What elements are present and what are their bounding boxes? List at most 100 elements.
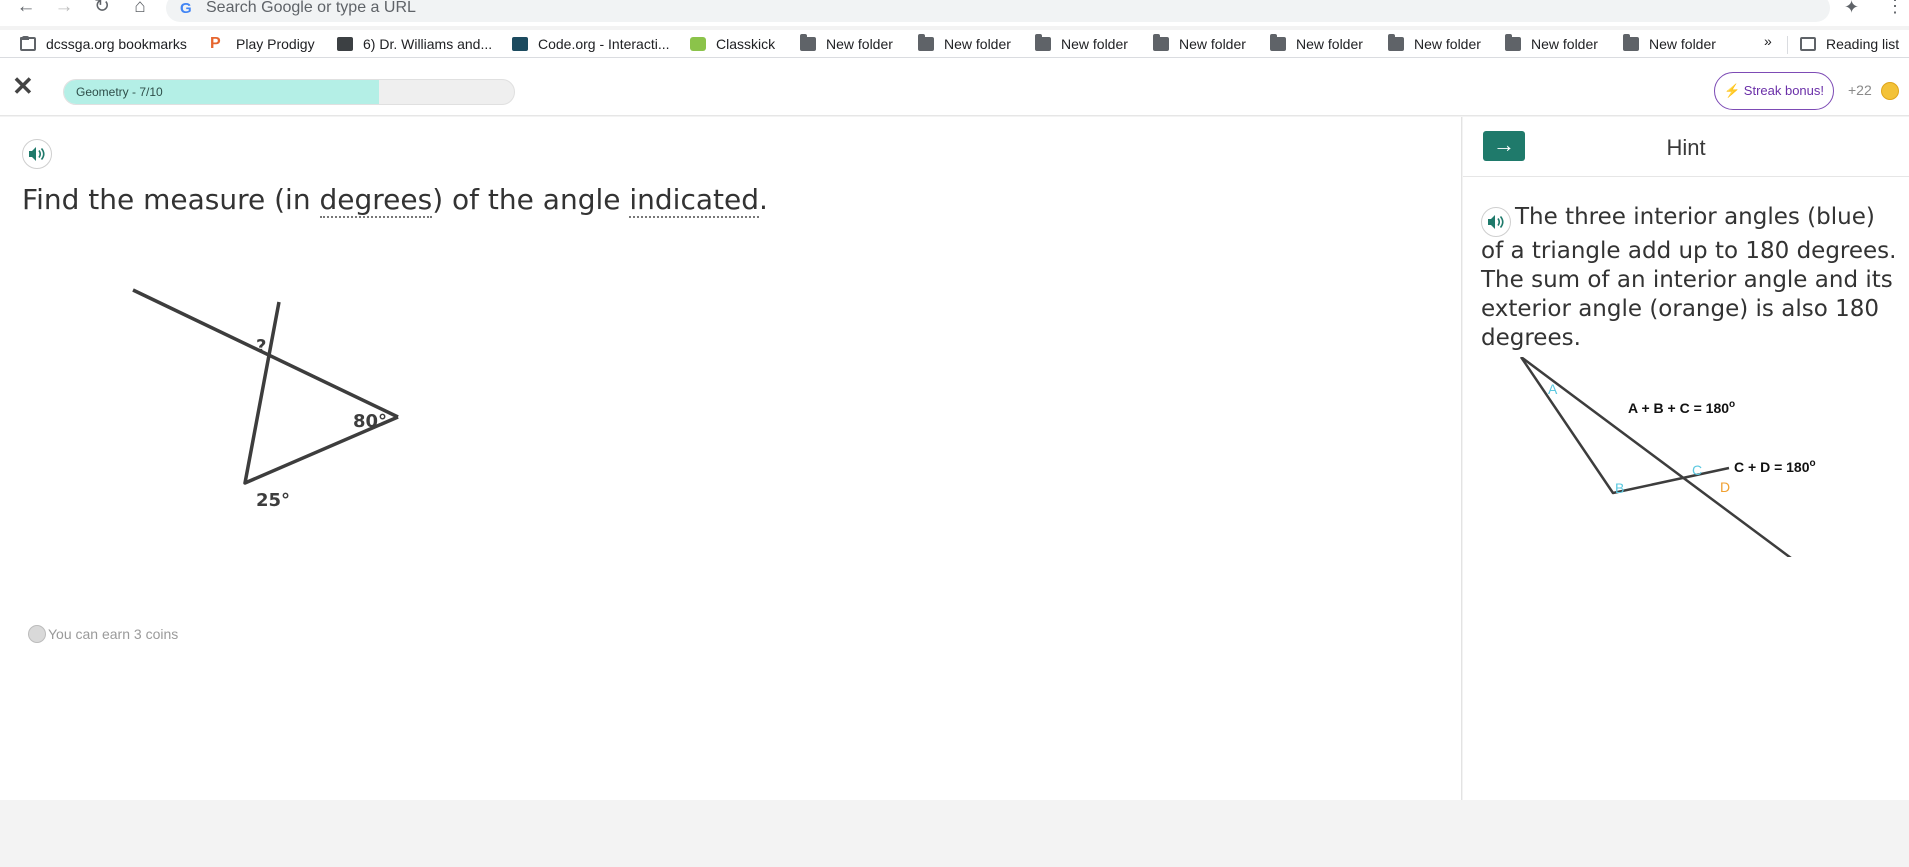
earn-coins-note: You can earn 3 coins — [28, 625, 178, 643]
collapse-hint-button[interactable]: → — [1483, 131, 1525, 161]
glossary-term-degrees[interactable]: degrees — [319, 183, 433, 218]
question-text: Find the measure (in degrees) of the ang… — [22, 183, 768, 218]
bookmark-new-folder[interactable]: New folder — [1505, 34, 1598, 54]
back-arrow-icon[interactable]: ← — [14, 0, 38, 18]
google-icon: G — [180, 0, 192, 17]
address-bar[interactable]: G Search Google or type a URL — [166, 0, 1830, 22]
bookmark-new-folder[interactable]: New folder — [1388, 34, 1481, 54]
browser-menu-icon[interactable]: ⋮ — [1886, 0, 1904, 17]
bookmark-classkick[interactable]: Classkick — [690, 34, 775, 54]
bookmark-label: New folder — [1649, 36, 1716, 52]
coin-icon — [1881, 82, 1899, 100]
bookmark-new-folder[interactable]: New folder — [1153, 34, 1246, 54]
hint-extended-line — [1520, 357, 1792, 557]
bookmark-dr-williams[interactable]: 6) Dr. Williams and... — [337, 34, 492, 54]
folder-icon — [1623, 34, 1639, 51]
question-suffix: . — [758, 183, 768, 216]
hint-figure: A B C D A + B + C = 180o C + D = 180o — [1519, 357, 1816, 557]
bookmark-new-folder[interactable]: New folder — [800, 34, 893, 54]
angle-label-25: 25° — [256, 490, 290, 511]
hint-label-c: C — [1692, 462, 1702, 478]
coin-icon — [28, 625, 46, 643]
page-footer-background — [0, 800, 1909, 867]
bookmark-label: New folder — [1296, 36, 1363, 52]
hint-title: Hint — [1666, 135, 1706, 160]
hint-equation-1-text: A + B + C = 180 — [1628, 400, 1729, 416]
question-middle: ) of the angle — [432, 183, 630, 216]
forward-arrow-icon[interactable]: → — [52, 0, 76, 18]
speaker-icon — [29, 147, 45, 161]
hint-equation-1: A + B + C = 180o — [1628, 399, 1735, 416]
bookmark-code-org[interactable]: Code.org - Interacti... — [512, 34, 670, 54]
speaker-icon — [1488, 215, 1504, 229]
bookmark-label: 6) Dr. Williams and... — [363, 36, 493, 52]
bookmark-new-folder[interactable]: New folder — [1035, 34, 1128, 54]
earn-coins-text: You can earn 3 coins — [48, 626, 179, 642]
folder-icon — [1035, 34, 1051, 51]
bookmark-dcssga[interactable]: dcssga.org bookmarks — [20, 34, 187, 54]
folder-icon — [800, 34, 816, 51]
extensions-puzzle-icon[interactable]: ✦ — [1844, 0, 1859, 18]
hint-read-aloud-button[interactable] — [1481, 207, 1511, 237]
hint-text: The three interior angles (blue) of a tr… — [1481, 203, 1901, 353]
bookmarks-bar: dcssga.org bookmarks P Play Prodigy 6) D… — [0, 30, 1909, 58]
hint-body: The three interior angles (blue) of a tr… — [1481, 204, 1897, 351]
bookmarks-overflow-icon[interactable]: » — [1764, 33, 1772, 49]
coins-count: +22 — [1848, 82, 1872, 98]
bookmark-new-folder[interactable]: New folder — [918, 34, 1011, 54]
folder-icon — [1270, 34, 1286, 51]
hint-label-a: A — [1548, 381, 1558, 397]
question-figure: ? 80° 25° — [132, 288, 399, 511]
bookmarks-folder-icon — [20, 36, 36, 51]
bookmark-label: New folder — [944, 36, 1011, 52]
bookmark-play-prodigy[interactable]: P Play Prodigy — [210, 34, 315, 54]
reading-list-label: Reading list — [1826, 36, 1900, 52]
hint-label-d: D — [1720, 479, 1730, 495]
folder-icon — [1153, 34, 1169, 51]
read-aloud-button[interactable] — [22, 139, 52, 169]
hint-equation-2: C + D = 180o — [1734, 458, 1816, 475]
bookmark-label: New folder — [826, 36, 893, 52]
bookmarks-separator — [1787, 36, 1788, 54]
folder-icon — [918, 34, 934, 51]
folder-icon — [1505, 34, 1521, 51]
bookmark-label: New folder — [1414, 36, 1481, 52]
hint-panel: Hint → The three interior angles (blue) … — [1463, 117, 1909, 800]
reload-icon[interactable]: ↻ — [90, 0, 114, 18]
folder-icon — [1388, 34, 1404, 51]
triangle-sides — [243, 301, 399, 485]
streak-bonus-button[interactable]: ⚡ Streak bonus! — [1714, 72, 1834, 110]
classroom-icon — [337, 37, 353, 51]
bookmark-new-folder[interactable]: New folder — [1623, 34, 1716, 54]
unknown-angle-label: ? — [256, 336, 266, 357]
question-prefix: Find the measure (in — [22, 183, 320, 216]
degree-mark: o — [1729, 399, 1735, 410]
classkick-icon — [690, 37, 706, 51]
arrow-right-icon: → — [1493, 132, 1515, 157]
bookmark-label: dcssga.org bookmarks — [46, 36, 187, 52]
bookmark-label: New folder — [1179, 36, 1246, 52]
degree-mark: o — [1810, 458, 1816, 469]
codeorg-icon — [512, 37, 528, 51]
address-bar-placeholder: Search Google or type a URL — [206, 0, 416, 16]
hint-label-b: B — [1615, 480, 1624, 496]
progress-label: Geometry - 7/10 — [76, 85, 163, 99]
question-panel: Find the measure (in degrees) of the ang… — [0, 117, 1462, 800]
close-icon[interactable]: ✕ — [12, 73, 34, 99]
glossary-term-indicated[interactable]: indicated — [629, 183, 759, 218]
bookmark-label: New folder — [1531, 36, 1598, 52]
angle-label-80: 80° — [353, 411, 387, 432]
bookmark-label: New folder — [1061, 36, 1128, 52]
prodigy-icon: P — [210, 35, 221, 52]
hint-divider — [1463, 176, 1909, 177]
browser-toolbar: ← → ↻ ⌂ G Search Google or type a URL ✦ … — [0, 0, 1909, 26]
bookmark-label: Play Prodigy — [236, 36, 315, 52]
bookmark-label: Code.org - Interacti... — [538, 36, 670, 52]
practice-header: ✕ Geometry - 7/10 ⚡ Streak bonus! +22 — [0, 58, 1909, 116]
home-icon[interactable]: ⌂ — [128, 0, 152, 18]
progress-bar: Geometry - 7/10 — [63, 79, 515, 105]
bookmark-new-folder[interactable]: New folder — [1270, 34, 1363, 54]
reading-list-icon — [1800, 37, 1816, 51]
reading-list[interactable]: Reading list — [1800, 34, 1899, 54]
bookmark-label: Classkick — [716, 36, 776, 52]
